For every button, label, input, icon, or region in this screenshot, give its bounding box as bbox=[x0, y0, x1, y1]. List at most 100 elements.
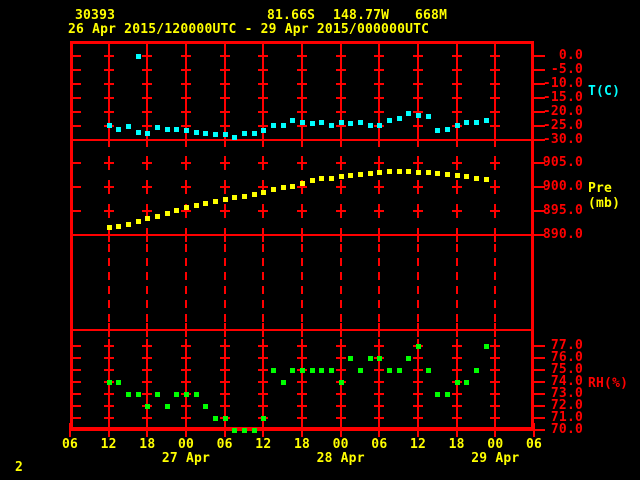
y-axis-tick-left bbox=[73, 417, 81, 419]
grid-dash-column bbox=[146, 244, 149, 324]
temperature-data-point bbox=[464, 119, 470, 125]
frame-left-line bbox=[70, 41, 73, 431]
humidity-data-point bbox=[367, 356, 373, 361]
humidity-data-point bbox=[416, 344, 421, 349]
grid-cross-mark bbox=[219, 49, 230, 63]
header-longitude: 148.77W bbox=[333, 8, 390, 23]
humidity-data-point bbox=[300, 368, 305, 373]
x-date-label: 28 Apr bbox=[316, 451, 365, 466]
grid-cross-mark bbox=[451, 77, 462, 91]
grid-cross-mark bbox=[451, 204, 462, 218]
humidity-data-point bbox=[338, 380, 344, 385]
grid-cross-mark bbox=[490, 156, 501, 170]
grid-separator-stub bbox=[185, 323, 187, 337]
pressure-data-point bbox=[106, 225, 112, 231]
temperature-data-point bbox=[309, 121, 315, 127]
humidity-data-point bbox=[280, 380, 286, 385]
pressure-data-point bbox=[271, 186, 276, 192]
grid-cross-mark bbox=[181, 49, 191, 63]
grid-cross-mark bbox=[335, 156, 346, 170]
temperature-data-point bbox=[348, 121, 354, 127]
humidity-data-point bbox=[483, 344, 489, 349]
grid-cross-mark bbox=[413, 204, 423, 218]
x-tick-label: 12 bbox=[409, 437, 427, 452]
grid-cross-mark bbox=[297, 49, 307, 63]
temperature-data-point bbox=[232, 135, 238, 141]
grid-cross-mark bbox=[297, 105, 307, 119]
temperature-data-point bbox=[290, 118, 296, 124]
temperature-data-point bbox=[396, 115, 402, 121]
grid-cross-mark bbox=[181, 105, 191, 119]
grid-cross-mark bbox=[219, 204, 230, 218]
humidity-data-point bbox=[232, 428, 238, 433]
temperature-data-point bbox=[271, 122, 276, 128]
grid-cross-mark bbox=[103, 204, 114, 218]
grid-cross-mark bbox=[374, 91, 385, 105]
humidity-axis-unit-label: RH(%) bbox=[588, 376, 629, 391]
humidity-tick-label: 70.0 bbox=[550, 422, 583, 437]
grid-cross-mark bbox=[181, 91, 191, 105]
pressure-data-point bbox=[358, 172, 363, 178]
grid-cross-mark bbox=[142, 77, 153, 91]
grid-separator-stub bbox=[378, 228, 381, 242]
grid-cross-mark bbox=[142, 156, 153, 170]
grid-cross-mark bbox=[103, 91, 114, 105]
temperature-axis-unit-label: T(C) bbox=[588, 84, 621, 99]
grid-cross-mark bbox=[258, 204, 269, 218]
temperature-data-point bbox=[367, 122, 373, 128]
grid-cross-mark bbox=[374, 63, 385, 77]
pressure-axis-unit-label: Pre (mb) bbox=[588, 181, 621, 211]
grid-separator-stub bbox=[494, 133, 497, 147]
x-axis-tick bbox=[494, 423, 497, 437]
grid-cross-mark bbox=[451, 49, 462, 63]
x-axis-tick bbox=[378, 423, 381, 437]
grid-cross-mark bbox=[374, 105, 385, 119]
header-latitude: 81.66S bbox=[267, 8, 316, 23]
grid-cross-mark bbox=[335, 105, 346, 119]
temperature-tick-label: -5.0 bbox=[550, 62, 583, 77]
humidity-data-point bbox=[116, 380, 122, 385]
grid-separator-stub bbox=[301, 228, 303, 242]
header-elevation: 668M bbox=[415, 8, 448, 23]
grid-cross-mark bbox=[142, 180, 153, 194]
grid-cross-mark bbox=[219, 63, 230, 77]
pressure-data-point bbox=[319, 176, 325, 182]
grid-cross-mark bbox=[413, 156, 423, 170]
grid-cross-mark bbox=[103, 105, 114, 119]
pressure-data-point bbox=[329, 175, 334, 181]
y-axis-tick-left bbox=[73, 381, 81, 383]
grid-separator-stub bbox=[417, 133, 419, 147]
grid-cross-mark bbox=[181, 156, 191, 170]
humidity-data-point bbox=[435, 392, 441, 397]
pressure-data-point bbox=[261, 189, 267, 195]
temperature-data-point bbox=[483, 118, 489, 124]
pressure-data-point bbox=[155, 213, 160, 219]
humidity-data-point bbox=[222, 416, 228, 421]
grid-cross-mark bbox=[451, 91, 462, 105]
y-axis-tick-left bbox=[73, 139, 81, 141]
humidity-data-point bbox=[464, 380, 470, 385]
pressure-data-point bbox=[135, 218, 141, 224]
temperature-data-point bbox=[280, 122, 286, 128]
grid-separator-stub bbox=[417, 323, 419, 337]
grid-cross-mark bbox=[413, 91, 423, 105]
humidity-data-point bbox=[290, 368, 296, 373]
x-tick-label: 06 bbox=[371, 437, 388, 452]
grid-cross-mark bbox=[490, 91, 501, 105]
humidity-data-point bbox=[126, 392, 131, 397]
x-axis-tick bbox=[455, 423, 458, 437]
pressure-data-point bbox=[377, 169, 383, 175]
humidity-data-point bbox=[454, 380, 460, 385]
humidity-data-point bbox=[358, 368, 363, 373]
pressure-data-point bbox=[126, 221, 131, 227]
y-axis-tick-left bbox=[73, 429, 81, 431]
grid-cross-mark bbox=[374, 204, 385, 218]
x-axis-tick bbox=[223, 423, 226, 437]
temperature-data-point bbox=[445, 126, 450, 132]
grid-cross-mark bbox=[103, 49, 114, 63]
grid-separator-stub bbox=[378, 133, 381, 147]
temperature-tick-label: -10.0 bbox=[542, 76, 583, 91]
temperature-data-point bbox=[474, 119, 479, 125]
temperature-data-point bbox=[319, 119, 325, 125]
x-axis-tick bbox=[417, 423, 419, 437]
